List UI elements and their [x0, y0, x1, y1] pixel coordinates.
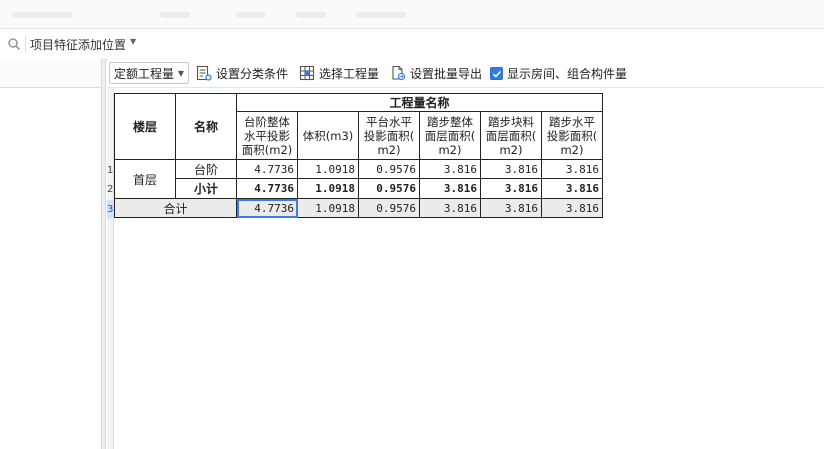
- panel-splitter[interactable]: [101, 59, 106, 449]
- table-row-subtotal[interactable]: 小计 4.7736 1.0918 0.9576 3.816 3.816 3.81…: [115, 178, 603, 199]
- select-quantity-button[interactable]: 选择工程量: [299, 62, 379, 84]
- value-cell[interactable]: 0.9576: [358, 198, 420, 218]
- value-cell[interactable]: 0.9576: [358, 178, 420, 199]
- column-header: 台阶整体 水平投影 面积(m2): [236, 111, 298, 160]
- name-cell[interactable]: 台阶: [175, 159, 237, 179]
- column-header: 平台水平 投影面积(m2): [358, 111, 420, 160]
- blurred-menu-item: [160, 12, 190, 18]
- set-category-conditions-label: 设置分类条件: [216, 66, 289, 81]
- value-cell[interactable]: 4.7736: [236, 178, 298, 199]
- report-toolbar: 定额工程量 ▼ 设置分类条件 选择工程量 设置批量导出 显示房间、组合构件量: [107, 59, 824, 88]
- row-number[interactable]: 3: [107, 200, 113, 219]
- app-top-bar: [0, 0, 824, 28]
- value-cell[interactable]: 3.816: [541, 159, 603, 179]
- left-panel-header: [0, 59, 101, 88]
- column-header: 体积(m3): [297, 111, 359, 160]
- set-batch-export-label: 设置批量导出: [410, 66, 483, 81]
- quantity-report-table: 楼层 名称 工程量名称 台阶整体 水平投影 面积(m2) 体积(m3) 平台水平 投影…: [114, 93, 603, 218]
- value-cell[interactable]: 1.0918: [297, 178, 359, 199]
- select-quantity-label: 选择工程量: [319, 66, 380, 81]
- value-cell[interactable]: 0.9576: [358, 159, 420, 179]
- show-rooms-checkbox[interactable]: 显示房间、组合构件量: [490, 62, 627, 84]
- chevron-down-icon: ▼: [177, 69, 184, 78]
- divider: [25, 35, 26, 53]
- report-grid[interactable]: 1 2 3 楼层 名称 工程量名称 台阶整体 水平投影 面积(m2) 体积(m3) …: [107, 88, 824, 449]
- row-header-column: 1 2 3: [107, 88, 114, 449]
- table-row[interactable]: 首层 台阶 4.7736 1.0918 0.9576 3.816 3.816 3…: [114, 159, 603, 199]
- category-conditions-icon: [196, 65, 212, 81]
- search-bar[interactable]: 项目特征添加位置 ▼: [0, 28, 824, 60]
- value-cell[interactable]: 3.816: [419, 178, 481, 199]
- header-quantity-group: 工程量名称: [236, 93, 603, 112]
- blurred-menu-item: [296, 12, 326, 18]
- quota-type-select[interactable]: 定额工程量 ▼: [109, 62, 189, 84]
- header-name: 名称: [175, 93, 237, 160]
- value-cell[interactable]: 3.816: [419, 198, 481, 218]
- export-icon: [390, 65, 406, 81]
- checkbox-checked-icon[interactable]: [490, 66, 503, 80]
- row-number[interactable]: 1: [107, 161, 113, 180]
- total-label-cell[interactable]: 合计: [114, 198, 237, 218]
- value-cell[interactable]: 3.816: [480, 178, 542, 199]
- search-icon[interactable]: [7, 37, 21, 51]
- blurred-menu-item: [12, 12, 72, 18]
- set-batch-export-button[interactable]: 设置批量导出: [390, 62, 482, 84]
- name-cell[interactable]: 小计: [175, 178, 237, 199]
- value-cell[interactable]: 3.816: [480, 198, 542, 218]
- table-row-total[interactable]: 合计 4.7736 1.0918 0.9576 3.816 3.816 3.81…: [114, 198, 603, 218]
- floor-cell[interactable]: 首层: [114, 159, 176, 199]
- value-cell[interactable]: 3.816: [541, 178, 603, 199]
- value-cell[interactable]: 3.816: [480, 159, 542, 179]
- show-rooms-label: 显示房间、组合构件量: [507, 66, 628, 81]
- grid-select-icon: [299, 65, 315, 81]
- row-number[interactable]: 2: [107, 180, 113, 200]
- quota-type-value: 定额工程量: [114, 66, 175, 81]
- set-category-conditions-button[interactable]: 设置分类条件: [196, 62, 288, 84]
- value-cell[interactable]: 3.816: [541, 198, 603, 218]
- column-header: 踏步整体 面层面积(m2): [419, 111, 481, 160]
- left-panel: [0, 59, 101, 449]
- blurred-menu-item: [356, 12, 406, 18]
- value-cell[interactable]: 1.0918: [297, 159, 359, 179]
- value-cell[interactable]: 4.7736: [236, 159, 298, 179]
- column-header: 踏步水平 投影面积(m2): [541, 111, 603, 160]
- value-cell-selected[interactable]: 4.7736: [236, 198, 298, 218]
- blurred-menu-item: [236, 12, 266, 18]
- chevron-down-icon[interactable]: ▼: [130, 37, 136, 46]
- feature-position-dropdown[interactable]: 项目特征添加位置: [30, 36, 126, 53]
- column-header: 踏步块料 面层面积(m2): [480, 111, 542, 160]
- value-cell[interactable]: 3.816: [419, 159, 481, 179]
- value-cell[interactable]: 1.0918: [297, 198, 359, 218]
- header-floor: 楼层: [114, 93, 176, 160]
